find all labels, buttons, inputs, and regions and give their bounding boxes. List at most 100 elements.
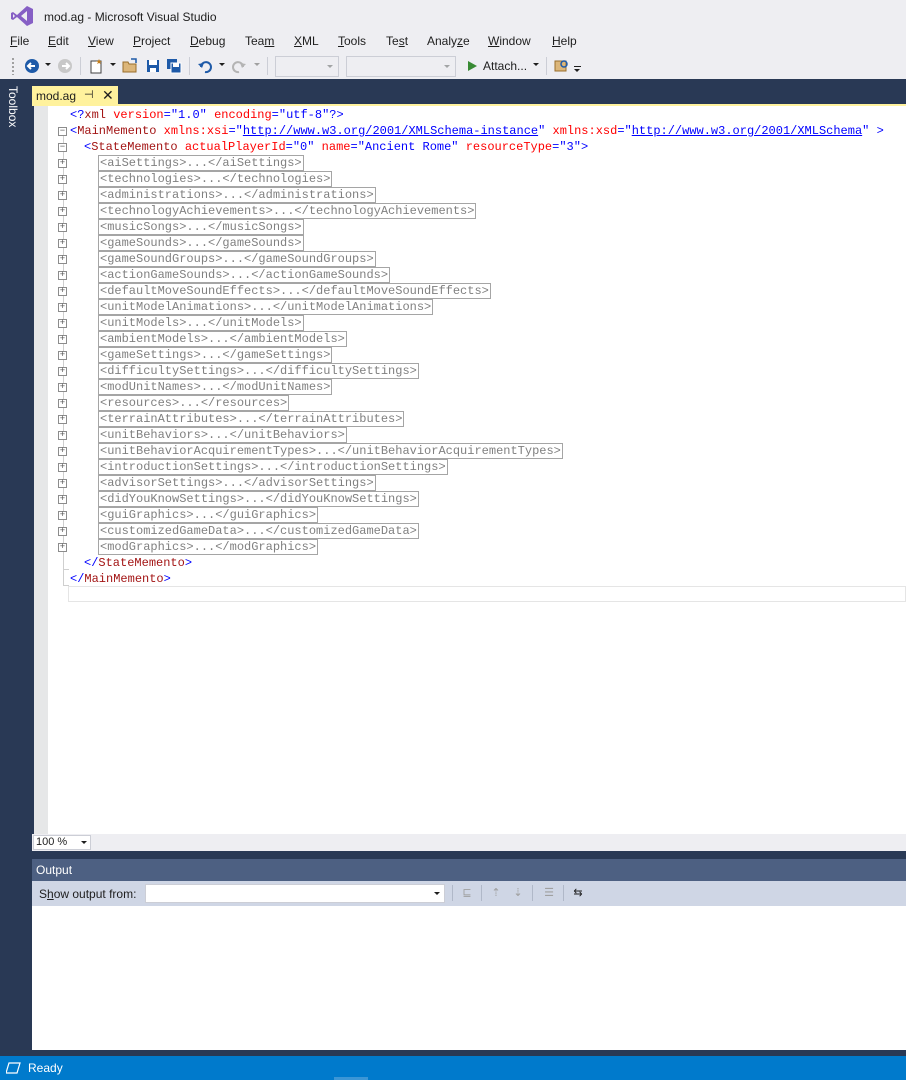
menu-team[interactable]: Team <box>245 34 274 48</box>
toolbar-grip[interactable] <box>11 57 15 75</box>
expand-icon[interactable]: + <box>58 399 67 408</box>
menu-help[interactable]: Help <box>552 34 577 48</box>
expand-icon[interactable]: + <box>58 511 67 520</box>
expand-icon[interactable]: + <box>58 415 67 424</box>
output-text-area[interactable] <box>32 906 906 1050</box>
forward-button[interactable] <box>55 56 75 76</box>
collapsed-node[interactable]: <modGraphics>...</modGraphics> <box>98 539 319 555</box>
collapsed-node[interactable]: <gameSettings>...</gameSettings> <box>98 347 333 363</box>
collapsed-node[interactable]: <didYouKnowSettings>...</didYouKnowSetti… <box>98 491 419 507</box>
new-dropdown-icon[interactable] <box>110 63 116 66</box>
expand-icon[interactable]: + <box>58 351 67 360</box>
menu-analyze[interactable]: Analyze <box>427 34 470 48</box>
word-wrap-button[interactable]: ⇆ <box>569 884 587 902</box>
menu-tools[interactable]: Tools <box>338 34 366 48</box>
expand-icon[interactable]: + <box>58 463 67 472</box>
clear-all-button[interactable]: ☰ <box>540 884 558 902</box>
xsd-schema-link[interactable]: http://www.w3.org/2001/XMLSchema <box>632 124 862 138</box>
find-message-in-code-button[interactable]: ⊑ <box>458 884 476 902</box>
expand-icon[interactable]: + <box>58 335 67 344</box>
next-message-button[interactable]: ⇣ <box>509 884 527 902</box>
code-view[interactable]: <?xml version="1.0" encoding="utf-8"?> −… <box>56 107 884 587</box>
collapsed-node[interactable]: <musicSongs>...</musicSongs> <box>98 219 304 235</box>
menu-debug[interactable]: Debug <box>190 34 225 48</box>
expand-icon[interactable]: + <box>58 383 67 392</box>
redo-dropdown-icon[interactable] <box>254 63 260 66</box>
collapsed-node[interactable]: <technologyAchievements>...</technologyA… <box>98 203 477 219</box>
expand-icon[interactable]: + <box>58 175 67 184</box>
save-button[interactable] <box>143 56 163 76</box>
menu-xml[interactable]: XML <box>294 34 319 48</box>
redo-button[interactable] <box>229 56 249 76</box>
output-header[interactable] <box>32 859 906 881</box>
expand-icon[interactable]: + <box>58 319 67 328</box>
close-tab-icon[interactable]: ✕ <box>102 87 114 103</box>
expand-icon[interactable]: + <box>58 543 67 552</box>
expand-icon[interactable]: + <box>58 479 67 488</box>
collapsed-node[interactable]: <resources>...</resources> <box>98 395 290 411</box>
collapsed-node[interactable]: <unitModels>...</unitModels> <box>98 315 304 331</box>
expand-icon[interactable]: + <box>58 159 67 168</box>
collapsed-node[interactable]: <advisorSettings>...</advisorSettings> <box>98 475 376 491</box>
expand-icon[interactable]: + <box>58 447 67 456</box>
expand-icon[interactable]: + <box>58 303 67 312</box>
attach-label[interactable]: Attach... <box>483 59 527 73</box>
collapsed-node[interactable]: <terrainAttributes>...</terrainAttribute… <box>98 411 405 427</box>
collapsed-node[interactable]: <introductionSettings>...</introductionS… <box>98 459 448 475</box>
expand-icon[interactable]: + <box>58 255 67 264</box>
collapsed-node[interactable]: <gameSoundGroups>...</gameSoundGroups> <box>98 251 376 267</box>
expand-icon[interactable]: + <box>58 207 67 216</box>
solution-platform-combo[interactable] <box>346 56 456 77</box>
collapsed-node[interactable]: <aiSettings>...</aiSettings> <box>98 155 304 171</box>
expand-icon[interactable]: + <box>58 287 67 296</box>
previous-message-button[interactable]: ⇡ <box>487 884 505 902</box>
menu-project[interactable]: Project <box>133 34 170 48</box>
attach-dropdown-icon[interactable] <box>533 63 539 66</box>
menu-window[interactable]: Window <box>488 34 531 48</box>
collapsed-node[interactable]: <guiGraphics>...</guiGraphics> <box>98 507 319 523</box>
toolbox-tab[interactable] <box>0 79 32 1058</box>
collapsed-node[interactable]: <unitModelAnimations>...</unitModelAnima… <box>98 299 434 315</box>
collapse-icon[interactable]: − <box>58 127 67 136</box>
menu-view[interactable]: View <box>88 34 114 48</box>
expand-icon[interactable]: + <box>58 223 67 232</box>
back-dropdown-icon[interactable] <box>45 63 51 66</box>
toolbar-overflow-icon[interactable] <box>574 66 581 72</box>
back-button[interactable] <box>22 56 42 76</box>
collapsed-node[interactable]: <gameSounds>...</gameSounds> <box>98 235 304 251</box>
menu-test[interactable]: Test <box>386 34 408 48</box>
collapsed-node[interactable]: <defaultMoveSoundEffects>...</defaultMov… <box>98 283 491 299</box>
collapsed-node[interactable]: <unitBehaviors>...</unitBehaviors> <box>98 427 347 443</box>
menu-file[interactable]: File <box>10 34 29 48</box>
undo-dropdown-icon[interactable] <box>219 63 225 66</box>
open-file-button[interactable] <box>120 56 140 76</box>
collapsed-node[interactable]: <unitBehaviorAcquirementTypes>...</unitB… <box>98 443 563 459</box>
new-project-button[interactable] <box>86 56 106 76</box>
expand-icon[interactable]: + <box>58 271 67 280</box>
collapsed-node[interactable]: <ambientModels>...</ambientModels> <box>98 331 347 347</box>
expand-icon[interactable]: + <box>58 239 67 248</box>
expand-icon[interactable]: + <box>58 495 67 504</box>
undo-button[interactable] <box>195 56 215 76</box>
collapsed-node[interactable]: <modUnitNames>...</modUnitNames> <box>98 379 333 395</box>
collapse-icon[interactable]: − <box>58 143 67 152</box>
xsi-schema-link[interactable]: http://www.w3.org/2001/XMLSchema-instanc… <box>243 124 538 138</box>
expand-icon[interactable]: + <box>58 191 67 200</box>
start-debug-button[interactable] <box>462 56 482 76</box>
menu-edit[interactable]: Edit <box>48 34 69 48</box>
expand-icon[interactable]: + <box>58 431 67 440</box>
expand-icon[interactable]: + <box>58 367 67 376</box>
document-tab-mod-ag[interactable]: mod.ag ⊣ ✕ <box>32 86 118 106</box>
pin-icon[interactable]: ⊣ <box>84 88 94 101</box>
save-all-button[interactable] <box>164 56 184 76</box>
show-output-from-combo[interactable] <box>145 884 445 903</box>
collapsed-node[interactable]: <administrations>...</administrations> <box>98 187 376 203</box>
collapsed-node[interactable]: <customizedGameData>...</customizedGameD… <box>98 523 419 539</box>
collapsed-node[interactable]: <technologies>...</technologies> <box>98 171 333 187</box>
collapsed-node[interactable]: <difficultySettings>...</difficultySetti… <box>98 363 419 379</box>
find-in-files-button[interactable] <box>552 56 572 76</box>
toolbox-label[interactable]: Toolbox <box>6 86 20 127</box>
expand-icon[interactable]: + <box>58 527 67 536</box>
solution-configuration-combo[interactable] <box>275 56 339 77</box>
collapsed-node[interactable]: <actionGameSounds>...</actionGameSounds> <box>98 267 391 283</box>
